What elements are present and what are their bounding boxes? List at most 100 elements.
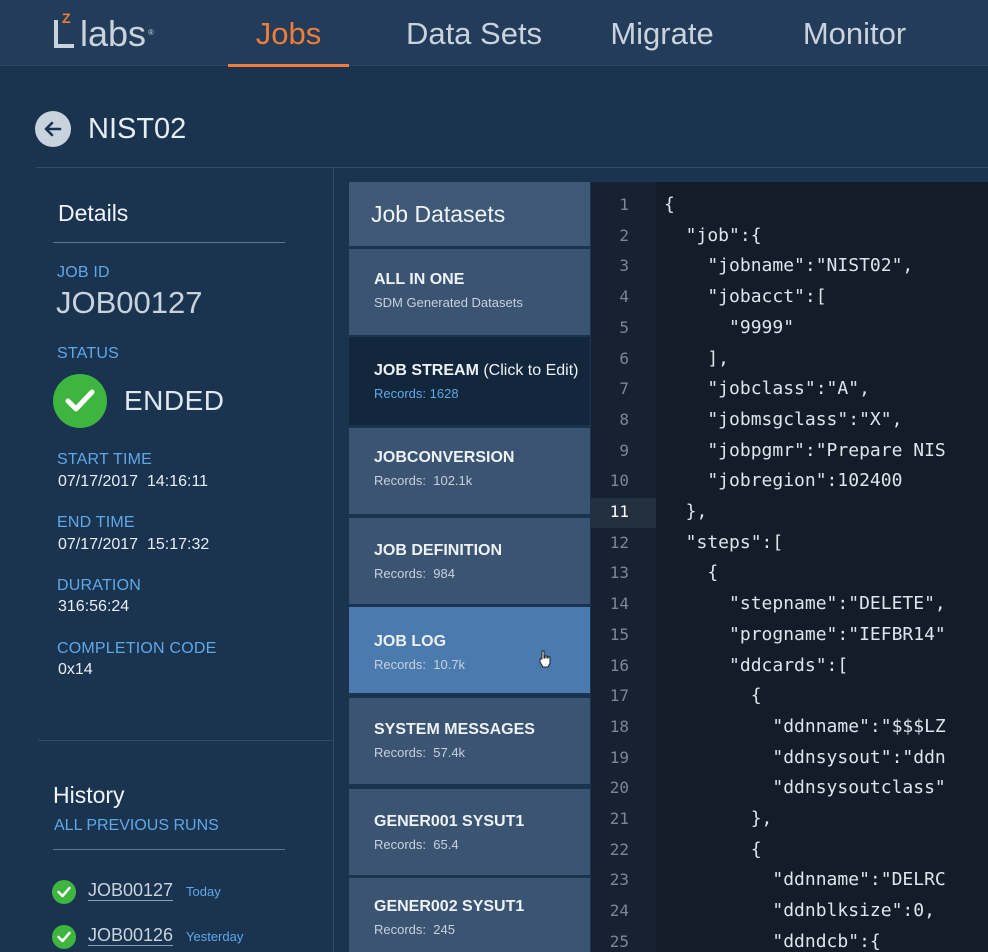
job-id-label: JOB ID: [57, 264, 110, 281]
code-line[interactable]: {: [664, 194, 675, 215]
duration-label: DURATION: [57, 577, 141, 594]
line-number: 14: [609, 594, 629, 614]
code-line[interactable]: "job":{: [664, 225, 762, 246]
line-number: 3: [619, 256, 629, 276]
line-number: 9: [619, 440, 629, 460]
dataset-item-jobconversion[interactable]: JOBCONVERSION Records: 102.1k: [349, 428, 590, 514]
line-number: 16: [609, 655, 629, 675]
code-line[interactable]: "ddnblksize":0,: [664, 900, 935, 921]
dataset-name: JOB LOG: [374, 633, 447, 650]
dataset-name: JOB DEFINITION: [374, 542, 503, 559]
line-number: 17: [609, 686, 629, 706]
code-line[interactable]: "ddnsysoutclass": [664, 777, 945, 798]
code-line[interactable]: "ddnname":"DELRC: [664, 869, 945, 890]
code-line[interactable]: "jobmsgclass":"X",: [664, 409, 902, 430]
code-line[interactable]: "9999": [664, 317, 794, 338]
job-datasets-header: Job Datasets: [349, 182, 590, 246]
dataset-sub: Records: 1628: [374, 386, 459, 401]
line-number: 10: [609, 471, 629, 491]
line-number: 2: [619, 225, 629, 245]
all-previous-runs-link[interactable]: ALL PREVIOUS RUNS: [54, 817, 219, 835]
line-number: 4: [619, 287, 629, 307]
job-datasets-heading: Job Datasets: [371, 201, 506, 227]
dataset-name: JOBCONVERSION: [374, 449, 515, 466]
code-line[interactable]: },: [664, 501, 708, 522]
dataset-sub: Records: 984: [374, 566, 455, 581]
line-number: 11: [609, 502, 629, 521]
dataset-sub: Records: 57.4k: [374, 745, 466, 760]
code-line[interactable]: "jobname":"NIST02",: [664, 255, 913, 276]
dataset-sub: Records: 102.1k: [374, 473, 473, 488]
dataset-item-all-in-one[interactable]: ALL IN ONE SDM Generated Datasets: [349, 249, 590, 335]
job-id-value: JOB00127: [56, 285, 203, 320]
completion-code-value: 0x14: [58, 661, 93, 678]
history-job-link[interactable]: JOB00126: [88, 925, 174, 946]
end-time-label: END TIME: [57, 514, 135, 531]
start-time-value: 07/17/2017 14:16:11: [58, 473, 209, 490]
status-ok-badge: [53, 374, 107, 428]
code-line[interactable]: "progname":"IEFBR14": [664, 624, 946, 645]
success-check-icon: [52, 880, 76, 904]
line-number: 6: [619, 348, 629, 368]
page-title: NIST02: [88, 113, 187, 145]
line-number: 18: [609, 716, 629, 736]
code-line[interactable]: "jobpgmr":"Prepare NIS: [664, 440, 945, 461]
code-line[interactable]: "ddndcb":{: [664, 931, 880, 952]
line-number: 25: [609, 931, 629, 951]
line-number: 12: [609, 532, 629, 552]
code-line[interactable]: "steps":[: [664, 532, 784, 553]
divider: [53, 849, 285, 850]
code-line[interactable]: {: [664, 685, 762, 706]
dataset-sub: Records: 10.7k: [374, 657, 466, 672]
line-number: 21: [609, 809, 629, 828]
code-line[interactable]: "jobacct":[: [664, 286, 826, 307]
line-number-gutter: 1 2 3 4 5 6 7 8 9 10 11 12 13 14 15 16 17 18 19 20 21 22 23 24 2…: [591, 182, 656, 952]
registered-mark-icon: ®: [148, 28, 154, 37]
dataset-name: SYSTEM MESSAGES: [374, 721, 535, 738]
details-heading: Details: [58, 200, 129, 226]
dataset-item-job-stream[interactable]: JOB STREAM (Click to Edit) Records: 1628: [349, 337, 590, 425]
dataset-sub: SDM Generated Datasets: [374, 295, 523, 310]
dataset-item-system-messages[interactable]: SYSTEM MESSAGES Records: 57.4k: [349, 698, 590, 784]
code-line[interactable]: },: [664, 808, 773, 829]
dataset-name: ALL IN ONE: [374, 271, 465, 288]
history-heading: History: [53, 782, 125, 808]
dataset-name: JOB STREAM (Click to Edit): [374, 362, 579, 379]
history-job-link[interactable]: JOB00127: [88, 880, 174, 901]
end-time-value: 07/17/2017 15:17:32: [58, 536, 210, 553]
nav-tab-data-sets[interactable]: Data Sets: [395, 0, 553, 66]
code-line[interactable]: "ddnsysout":"ddn: [664, 747, 945, 768]
code-line[interactable]: {: [664, 839, 762, 860]
code-line[interactable]: {: [664, 562, 718, 583]
dataset-item-job-definition[interactable]: JOB DEFINITION Records: 984: [349, 518, 590, 604]
line-number: 1: [619, 195, 629, 214]
line-number: 22: [609, 839, 629, 859]
completion-code-label: COMPLETION CODE: [57, 640, 217, 657]
code-line[interactable]: ],: [664, 348, 729, 369]
nav-tab-monitor[interactable]: Monitor: [787, 0, 922, 66]
line-number: 24: [609, 901, 629, 921]
dataset-item-gener001-sysut1[interactable]: GENER001 SYSUT1 Records: 65.4: [349, 789, 590, 875]
code-line[interactable]: "stepname":"DELETE",: [664, 593, 946, 614]
code-editor[interactable]: 1 2 3 4 5 6 7 8 9 10 11 12 13 14 15 16 17 18 19 20 21 22 23 24 2…: [591, 182, 988, 952]
top-nav-bar: Z labs ® Jobs Data Sets Migrate Monitor: [0, 0, 988, 67]
arrow-left-icon: [44, 121, 62, 137]
code-line[interactable]: "jobregion":102400: [664, 470, 902, 491]
line-number: 8: [619, 409, 629, 429]
line-number: 20: [609, 778, 629, 798]
dataset-item-gener002-sysut1[interactable]: GENER002 SYSUT1 Records: 245: [349, 878, 590, 952]
start-time-label: START TIME: [57, 451, 153, 468]
status-label: STATUS: [57, 345, 119, 362]
line-number: 7: [619, 379, 629, 399]
nav-tab-jobs[interactable]: Jobs: [228, 0, 349, 67]
lzlabs-logo[interactable]: Z labs ®: [54, 10, 154, 54]
status-value: ENDED: [124, 385, 225, 416]
code-line[interactable]: "ddcards":[: [664, 655, 848, 676]
dataset-item-job-log[interactable]: JOB LOG Records: 10.7k: [349, 607, 590, 693]
code-line[interactable]: "ddnname":"$$$LZ: [664, 716, 945, 737]
code-line[interactable]: "jobclass":"A",: [664, 378, 870, 399]
back-button[interactable]: [35, 111, 71, 147]
checkmark-icon: [65, 389, 95, 412]
nav-tab-migrate[interactable]: Migrate: [597, 0, 727, 66]
logo-mark: Z: [54, 10, 78, 50]
